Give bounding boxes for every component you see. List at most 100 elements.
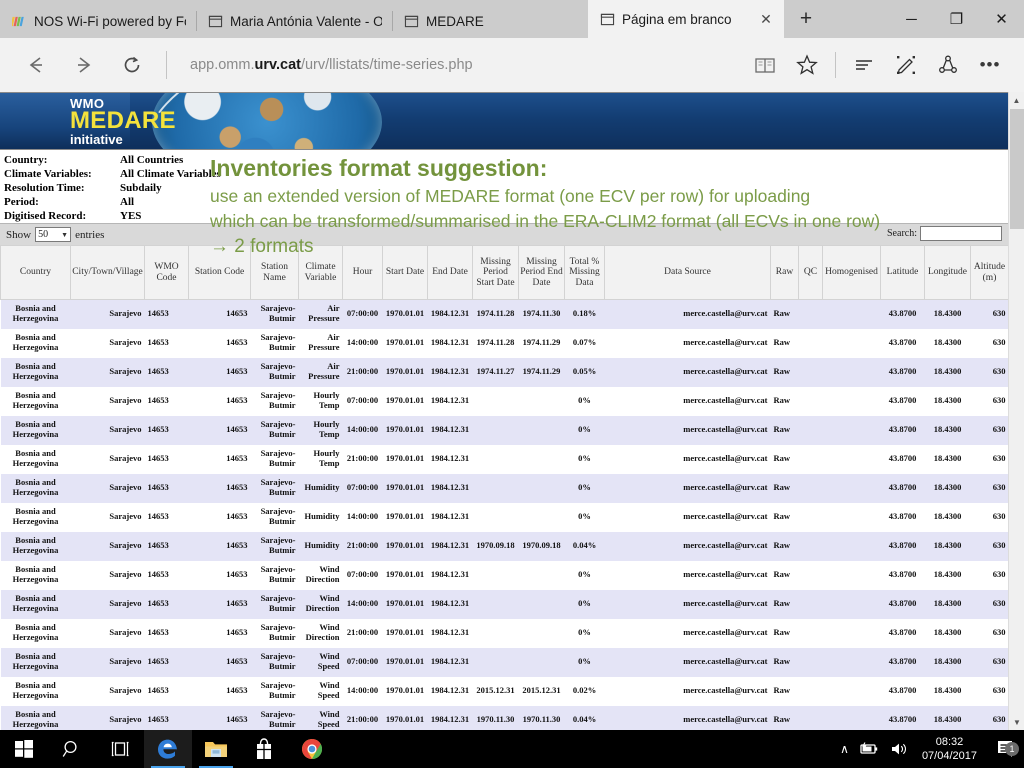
- table-row[interactable]: Bosnia and Herzegovina Sarajevo 14653 14653…: [0, 618, 1008, 648]
- table-cell: merce.castella@urv.cat: [604, 299, 771, 329]
- table-cell: merce.castella@urv.cat: [604, 473, 771, 503]
- col-city[interactable]: City/Town/Village: [70, 245, 145, 300]
- table-cell: 14653: [188, 473, 251, 503]
- page-length-select[interactable]: 50 ▼: [35, 227, 72, 242]
- refresh-icon[interactable]: [110, 45, 154, 85]
- taskbar-clock[interactable]: 08:32 07/04/2017: [918, 735, 981, 763]
- scroll-down-icon[interactable]: ▼: [1009, 714, 1024, 730]
- table-cell: Sarajevo: [70, 589, 145, 619]
- battery-icon[interactable]: [858, 741, 880, 757]
- col-climate-variable[interactable]: Climate Variable: [298, 245, 343, 300]
- browser-tab-3[interactable]: MEDARE: [392, 4, 588, 38]
- table-row[interactable]: Bosnia and Herzegovina Sarajevo 14653 14653…: [0, 705, 1008, 730]
- table-cell: Sarajevo-Butmir: [250, 357, 299, 387]
- col-total-missing[interactable]: Total % Missing Data: [564, 245, 605, 300]
- table-row[interactable]: Bosnia and Herzegovina Sarajevo 14653 14653…: [0, 444, 1008, 474]
- new-tab-button[interactable]: +: [784, 0, 828, 38]
- col-raw[interactable]: Raw: [770, 245, 799, 300]
- table-cell: 1970.01.01: [382, 531, 428, 561]
- table-cell: merce.castella@urv.cat: [604, 560, 771, 590]
- table-cell: 43.8700: [880, 415, 925, 445]
- datatable-search: Search:: [887, 226, 1002, 241]
- address-bar[interactable]: app.omm.urv.cat/urv/llistats/time-series…: [166, 45, 741, 85]
- taskbar-edge-button[interactable]: [144, 730, 192, 768]
- table-cell: 0.18%: [564, 299, 605, 329]
- task-view-button[interactable]: [96, 730, 144, 768]
- table-cell: Raw: [770, 415, 799, 445]
- start-button[interactable]: [0, 730, 48, 768]
- taskbar-file-explorer-button[interactable]: [192, 730, 240, 768]
- search-button[interactable]: [48, 730, 96, 768]
- col-missing-period-start[interactable]: Missing Period Start Date: [472, 245, 519, 300]
- col-latitude[interactable]: Latitude: [880, 245, 925, 300]
- table-row[interactable]: Bosnia and Herzegovina Sarajevo 14653 14653…: [0, 386, 1008, 416]
- search-label: Search:: [887, 228, 917, 239]
- browser-tab-1[interactable]: NOS Wi-Fi powered by Fon: [0, 4, 196, 38]
- table-row[interactable]: Bosnia and Herzegovina Sarajevo 14653 14653…: [0, 415, 1008, 445]
- col-station-name[interactable]: Station Name: [250, 245, 299, 300]
- table-row[interactable]: Bosnia and Herzegovina Sarajevo 14653 14653…: [0, 328, 1008, 358]
- web-note-icon[interactable]: [886, 45, 926, 85]
- close-tab-icon[interactable]: ✕: [758, 11, 774, 28]
- banner-initiative-label: initiative: [70, 131, 123, 147]
- col-wmo-code[interactable]: WMO Code: [144, 245, 189, 300]
- table-row[interactable]: Bosnia and Herzegovina Sarajevo 14653 14653…: [0, 560, 1008, 590]
- col-start-date[interactable]: Start Date: [382, 245, 428, 300]
- tab-strip: NOS Wi-Fi powered by Fon Maria Antónia V…: [0, 0, 1024, 38]
- table-cell: 14:00:00: [342, 415, 383, 445]
- taskbar-chrome-button[interactable]: [288, 730, 336, 768]
- share-icon[interactable]: [928, 45, 968, 85]
- close-window-button[interactable]: ✕: [979, 0, 1024, 38]
- scrollbar-thumb[interactable]: [1010, 109, 1024, 229]
- col-data-source[interactable]: Data Source: [604, 245, 771, 300]
- table-cell: 1984.12.31: [427, 647, 473, 677]
- search-input[interactable]: [920, 226, 1002, 241]
- scroll-up-icon[interactable]: ▲: [1009, 92, 1024, 108]
- back-icon[interactable]: [14, 45, 58, 85]
- show-hidden-icons-button[interactable]: ∧: [840, 742, 849, 756]
- table-row[interactable]: Bosnia and Herzegovina Sarajevo 14653 14653…: [0, 647, 1008, 677]
- col-country[interactable]: Country: [0, 245, 71, 300]
- col-hour[interactable]: Hour: [342, 245, 383, 300]
- minimize-button[interactable]: ─: [889, 0, 934, 38]
- volume-icon[interactable]: [889, 741, 909, 757]
- hub-icon[interactable]: [844, 45, 884, 85]
- table-cell: 14653: [188, 357, 251, 387]
- table-cell: 43.8700: [880, 502, 925, 532]
- reading-view-icon[interactable]: [745, 45, 785, 85]
- table-cell: 18.4300: [924, 647, 971, 677]
- table-row[interactable]: Bosnia and Herzegovina Sarajevo 14653 14653…: [0, 299, 1008, 329]
- more-icon[interactable]: •••: [970, 45, 1010, 85]
- table-cell: 1984.12.31: [427, 589, 473, 619]
- favorites-star-icon[interactable]: [787, 45, 827, 85]
- col-missing-period-end[interactable]: Missing Period End Date: [518, 245, 565, 300]
- browser-tab-4-active[interactable]: Página em branco ✕: [588, 0, 784, 38]
- table-row[interactable]: Bosnia and Herzegovina Sarajevo 14653 14653…: [0, 589, 1008, 619]
- col-homogenised[interactable]: Homogenised: [822, 245, 881, 300]
- table-row[interactable]: Bosnia and Herzegovina Sarajevo 14653 14653…: [0, 357, 1008, 387]
- table-cell: Bosnia and Herzegovina: [0, 386, 71, 416]
- col-altitude[interactable]: Altitude (m): [970, 245, 1008, 300]
- table-row[interactable]: Bosnia and Herzegovina Sarajevo 14653 14653…: [0, 502, 1008, 532]
- table-cell: Raw: [770, 328, 799, 358]
- table-cell: 07:00:00: [342, 560, 383, 590]
- browser-tab-2[interactable]: Maria Antónia Valente - Ou: [196, 4, 392, 38]
- page-scrollbar[interactable]: ▲ ▼: [1008, 92, 1024, 730]
- col-station-code[interactable]: Station Code: [188, 245, 251, 300]
- forward-icon[interactable]: [62, 45, 106, 85]
- action-center-button[interactable]: 1: [990, 738, 1020, 760]
- col-end-date[interactable]: End Date: [427, 245, 473, 300]
- table-row[interactable]: Bosnia and Herzegovina Sarajevo 14653 14653…: [0, 676, 1008, 706]
- maximize-button[interactable]: ❐: [934, 0, 979, 38]
- filter-value: All Countries: [120, 154, 184, 166]
- table-cell: 18.4300: [924, 328, 971, 358]
- taskbar-store-button[interactable]: [240, 730, 288, 768]
- table-row[interactable]: Bosnia and Herzegovina Sarajevo 14653 14653…: [0, 473, 1008, 503]
- col-qc[interactable]: QC: [798, 245, 823, 300]
- table-cell: 14653: [144, 473, 189, 503]
- table-cell: Bosnia and Herzegovina: [0, 473, 71, 503]
- table-cell: Sarajevo-Butmir: [250, 386, 299, 416]
- col-longitude[interactable]: Longitude: [924, 245, 971, 300]
- table-cell: Air Pressure: [298, 299, 343, 329]
- table-row[interactable]: Bosnia and Herzegovina Sarajevo 14653 14653…: [0, 531, 1008, 561]
